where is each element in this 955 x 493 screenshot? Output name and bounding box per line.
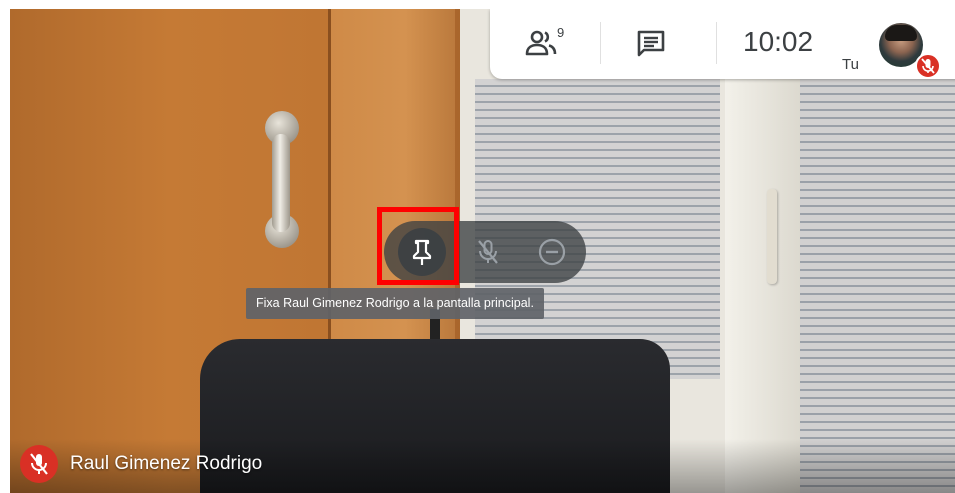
avatar-hair	[885, 25, 917, 41]
pin-icon	[412, 239, 432, 265]
divider	[600, 22, 601, 64]
window-post	[725, 9, 800, 493]
chat-button[interactable]	[636, 29, 670, 59]
mic-off-icon	[30, 453, 48, 475]
mute-participant-button[interactable]	[464, 228, 512, 276]
remove-icon	[538, 238, 566, 266]
self-label: Tu	[842, 56, 859, 73]
people-icon	[525, 30, 557, 56]
chat-icon	[637, 30, 665, 57]
participants-button[interactable]: 9	[525, 25, 573, 61]
pin-tooltip: Fixa Raul Gimenez Rodrigo a la pantalla …	[246, 288, 544, 319]
participant-mic-status	[20, 445, 58, 483]
window-handle	[767, 189, 777, 284]
participants-count: 9	[557, 25, 565, 40]
self-mic-status	[915, 53, 941, 79]
remove-participant-button[interactable]	[528, 228, 576, 276]
mic-off-icon	[478, 240, 498, 264]
participant-name: Raul Gimenez Rodrigo	[70, 453, 263, 474]
meeting-clock: 10:02	[743, 26, 814, 57]
window-blinds	[800, 79, 955, 493]
door-handle	[272, 134, 290, 232]
divider	[716, 22, 717, 64]
video-tile[interactable]: 9 10:02 Tu Fixa Raul Gimenez Rodrigo a l…	[10, 9, 955, 493]
meeting-top-bar: 9 10:02 Tu	[490, 9, 955, 79]
mic-off-icon	[921, 58, 935, 74]
pin-button[interactable]	[398, 228, 446, 276]
